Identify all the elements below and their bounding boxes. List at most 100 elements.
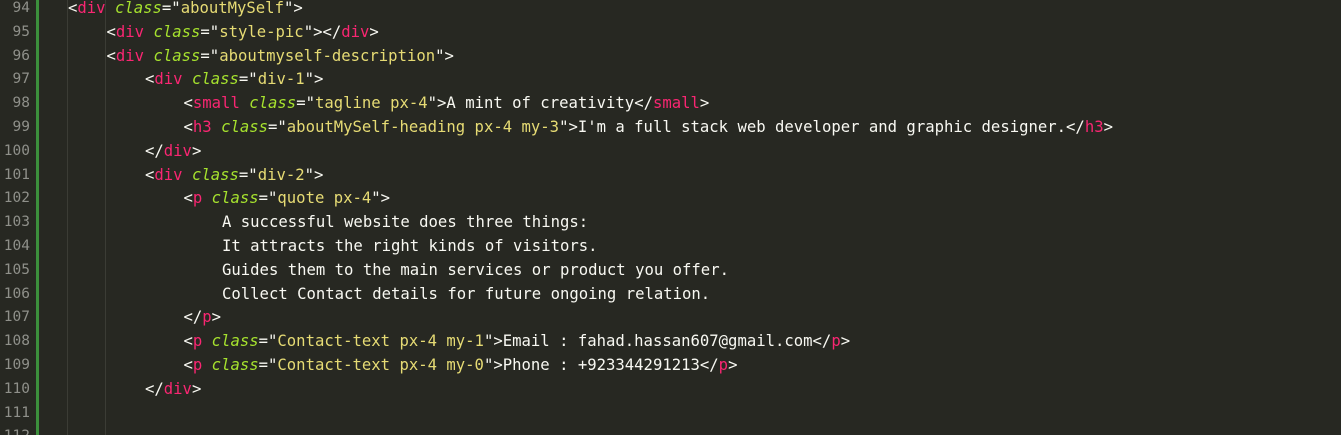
code-text[interactable]: </div> xyxy=(145,140,201,164)
line-number: 101 xyxy=(3,166,30,183)
code-line[interactable]: 109 <p class="Contact-text px-4 my-0">Pho… xyxy=(0,354,1341,378)
token-tag: p xyxy=(192,356,203,374)
line-number: 105 xyxy=(3,261,30,278)
token-txt: I'm a full stack web developer and graph… xyxy=(577,118,1067,136)
line-number: 103 xyxy=(3,214,30,231)
code-line[interactable]: 98 <small class="tagline px-4">A mint of … xyxy=(0,92,1341,116)
token-str: tagline px-4 xyxy=(314,94,428,113)
token-attr: class xyxy=(191,165,239,184)
code-line[interactable]: 111 xyxy=(0,402,1341,426)
token-str: div-2 xyxy=(257,165,305,184)
token-punc: > xyxy=(840,332,851,351)
code-line[interactable]: 99 <h3 class="aboutMySelf-heading px-4 my… xyxy=(0,116,1341,140)
code-text[interactable]: </div> xyxy=(145,378,201,402)
code-line[interactable]: 96 <div class="aboutmyself-description"> xyxy=(0,45,1341,69)
token-attr: class xyxy=(114,0,162,17)
token-punc: =" xyxy=(268,118,287,136)
code-line[interactable]: 101 <div class="div-2"> xyxy=(0,164,1341,188)
token-punc xyxy=(202,356,211,374)
code-text[interactable]: A successful website does three things: xyxy=(222,211,588,235)
line-number: 106 xyxy=(3,285,30,302)
code-text[interactable]: <div class="style-pic"></div> xyxy=(107,21,379,45)
token-punc: "> xyxy=(304,165,324,184)
token-punc xyxy=(183,70,192,88)
token-tag: div xyxy=(154,165,183,184)
token-punc xyxy=(212,118,221,136)
token-punc: </ xyxy=(145,141,164,160)
code-text[interactable]: <small class="tagline px-4">A mint of cr… xyxy=(184,92,710,116)
token-punc: </ xyxy=(699,356,719,374)
code-line[interactable]: 94 <div class="aboutMySelf"> xyxy=(0,0,1341,21)
line-number: 98 xyxy=(12,95,30,112)
code-text[interactable]: <div class="aboutmyself-description"> xyxy=(107,45,454,69)
token-punc xyxy=(106,0,115,17)
token-punc: "> xyxy=(283,0,303,17)
token-attr: class xyxy=(211,332,259,351)
line-number: 107 xyxy=(3,309,30,326)
token-txt: A successful website does three things: xyxy=(222,213,589,232)
code-text[interactable]: <p class="Contact-text px-4 my-1">Email … xyxy=(184,330,851,354)
code-line[interactable]: 100 </div> xyxy=(0,140,1341,164)
token-punc xyxy=(240,94,249,112)
token-tag: h3 xyxy=(1084,118,1104,136)
token-punc: "> xyxy=(559,118,578,136)
token-attr: class xyxy=(211,189,259,208)
code-line[interactable]: 102 <p class="quote px-4"> xyxy=(0,187,1341,211)
token-attr: class xyxy=(249,94,297,113)
token-tag: p xyxy=(718,356,729,374)
token-punc: > xyxy=(191,379,202,398)
token-punc: </ xyxy=(634,94,653,113)
code-line[interactable]: 95 <div class="style-pic"></div> xyxy=(0,21,1341,45)
line-number: 96 xyxy=(12,47,30,64)
token-attr: class xyxy=(211,356,259,374)
token-str: aboutMySelf xyxy=(180,0,284,17)
token-str: div-1 xyxy=(257,70,305,89)
token-punc: =" xyxy=(258,356,278,374)
token-punc: < xyxy=(183,189,193,208)
code-line[interactable]: 103 A successful website does three thing… xyxy=(0,211,1341,235)
token-txt: Phone : +923344291213 xyxy=(502,356,700,374)
token-attr: class xyxy=(153,22,201,41)
token-punc: < xyxy=(183,118,193,136)
token-punc xyxy=(183,166,192,184)
token-punc: =" xyxy=(238,165,258,184)
code-line[interactable]: 97 <div class="div-1"> xyxy=(0,68,1341,92)
code-text[interactable]: Guides them to the main services or prod… xyxy=(222,259,729,283)
code-editor[interactable]: 94 <div class="aboutMySelf"> 95 <div class=… xyxy=(0,0,1341,435)
line-number: 109 xyxy=(3,357,30,373)
code-text[interactable]: <p class="Contact-text px-4 my-0">Phone … xyxy=(184,354,738,378)
token-punc: "> xyxy=(427,94,447,113)
code-text[interactable]: <p class="quote px-4"> xyxy=(184,187,391,211)
token-tag: div xyxy=(77,0,106,17)
code-text[interactable]: It attracts the right kinds of visitors. xyxy=(222,235,598,259)
code-line[interactable]: 112 xyxy=(0,425,1341,435)
token-tag: h3 xyxy=(192,118,212,136)
token-tag: div xyxy=(154,70,183,89)
token-punc: </ xyxy=(1066,118,1085,136)
token-str: Contact-text px-4 my-1 xyxy=(277,332,484,351)
code-line[interactable]: 107 </p> xyxy=(0,306,1341,330)
token-str: style-pic xyxy=(219,22,304,41)
token-punc: > xyxy=(211,308,222,327)
line-number: 108 xyxy=(3,333,30,350)
code-text[interactable]: <h3 class="aboutMySelf-heading px-4 my-3… xyxy=(184,116,1114,140)
code-text[interactable]: <div class="div-2"> xyxy=(145,164,323,188)
token-attr: class xyxy=(191,70,239,89)
code-line[interactable]: 110 </div> xyxy=(0,378,1341,402)
code-text[interactable]: <div class="div-1"> xyxy=(145,68,323,92)
code-line[interactable]: 106 Collect Contact details for future on… xyxy=(0,283,1341,307)
code-line[interactable]: 105 Guides them to the main services or p… xyxy=(0,259,1341,283)
code-line[interactable]: 104 It attracts the right kinds of visito… xyxy=(0,235,1341,259)
code-text[interactable]: Collect Contact details for future ongoi… xyxy=(222,283,710,307)
token-punc: </ xyxy=(183,308,203,327)
token-punc: < xyxy=(106,22,116,41)
token-punc: =" xyxy=(238,70,258,89)
code-text[interactable]: <div class="aboutMySelf"> xyxy=(68,0,303,21)
token-punc: "> xyxy=(435,46,454,65)
token-txt: A mint of creativity xyxy=(446,94,635,113)
token-punc: > xyxy=(191,141,202,160)
code-text[interactable]: </p> xyxy=(184,306,222,330)
token-punc: =" xyxy=(258,332,278,351)
code-line[interactable]: 108 <p class="Contact-text px-4 my-1">Ema… xyxy=(0,330,1341,354)
token-txt: It attracts the right kinds of visitors. xyxy=(222,237,598,255)
